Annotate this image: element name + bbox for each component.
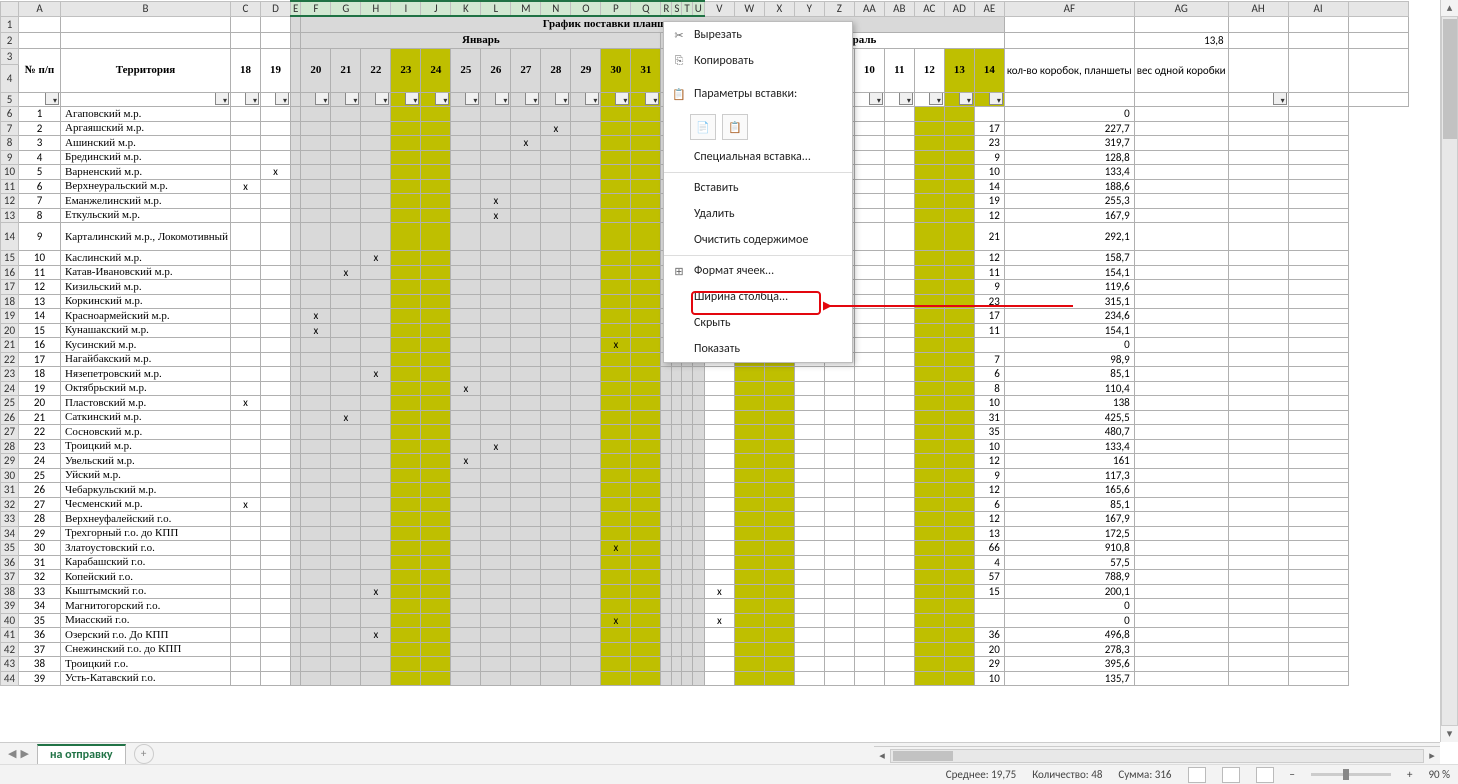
ctx-paste-opts: 📋Параметры вставки:: [664, 74, 852, 114]
ctx-delete[interactable]: Удалить: [664, 201, 852, 227]
table-row[interactable]: 3126Чебаркульский м.р.12165,6: [1, 483, 1409, 498]
zoom-in-button[interactable]: +: [1407, 768, 1412, 781]
zoom-out-button[interactable]: −: [1290, 768, 1295, 781]
status-count: Количество: 48: [1032, 768, 1102, 781]
table-row[interactable]: 2722Сосновский м.р.35480,7: [1, 425, 1409, 440]
title-cell: График поставки планшетов, переписных л: [301, 16, 1004, 32]
status-average: Среднее: 19,75: [946, 768, 1016, 781]
ctx-paste-special[interactable]: Специальная вставка...: [664, 144, 852, 170]
view-normal-icon[interactable]: [1188, 767, 1206, 783]
copy-icon: ⎘: [668, 54, 690, 68]
cut-icon: ✂: [668, 29, 690, 42]
paste-option-1[interactable]: 📄: [690, 114, 716, 140]
format-icon: ⊞: [668, 265, 690, 278]
zoom-level[interactable]: 90 %: [1428, 768, 1450, 781]
table-row[interactable]: 3227Чесменский м.р.x685,1: [1, 497, 1409, 512]
ctx-show[interactable]: Показать: [664, 336, 852, 362]
ctx-cut[interactable]: ✂Вырезать: [664, 22, 852, 48]
view-layout-icon[interactable]: [1222, 767, 1240, 783]
table-row[interactable]: 3025Уйский м.р.9117,3: [1, 468, 1409, 483]
vertical-scrollbar[interactable]: ▴▾: [1440, 0, 1458, 742]
sheet-tab-active[interactable]: на отправку: [37, 744, 126, 764]
table-row[interactable]: 3631Карабашский г.о.457,5: [1, 555, 1409, 570]
table-row[interactable]: 3429Трехгорный г.о. до КПП13172,5: [1, 526, 1409, 541]
ctx-insert[interactable]: Вставить: [664, 175, 852, 201]
table-row[interactable]: 2419Октябрьский м.р.x8110,4: [1, 381, 1409, 396]
status-sum: Сумма: 316: [1118, 768, 1171, 781]
horizontal-scrollbar[interactable]: ◂▸: [874, 746, 1440, 764]
paste-icon: 📋: [668, 88, 690, 101]
table-row[interactable]: 2823Троицкий м.р.x10133,4: [1, 439, 1409, 454]
table-row[interactable]: 4035Миасский г.о.xx0: [1, 613, 1409, 628]
table-row[interactable]: 2621Саткинский м.р.x31425,5: [1, 410, 1409, 425]
ctx-column-width[interactable]: Ширина столбца...: [664, 284, 852, 310]
filter-btn[interactable]: [19, 92, 61, 107]
nav-next-icon[interactable]: ▶: [20, 747, 28, 760]
paste-option-2[interactable]: 📋: [722, 114, 748, 140]
ctx-format-cells[interactable]: ⊞Формат ячеек...: [664, 258, 852, 284]
table-row[interactable]: 3833Кыштымский г.о.xx15200,1: [1, 584, 1409, 599]
table-row[interactable]: 2924Увельский м.р.x12161: [1, 454, 1409, 469]
view-break-icon[interactable]: [1256, 767, 1274, 783]
column-headers[interactable]: ABCDEFGHIJKLMNOPQRSTUVWXYZAAABACADAEAFAG…: [1, 1, 1409, 16]
zoom-slider[interactable]: [1311, 773, 1391, 776]
table-row[interactable]: 3328Верхнеуфалейский г.о.12167,9: [1, 512, 1409, 527]
add-sheet-button[interactable]: +: [134, 744, 154, 764]
context-menu[interactable]: ✂Вырезать ⎘Копировать 📋Параметры вставки…: [663, 21, 853, 363]
table-row[interactable]: 3530Златоустовский г.о.x66910,8: [1, 541, 1409, 556]
table-row[interactable]: 2318Нязепетровский м.р.x685,1: [1, 367, 1409, 382]
ctx-copy[interactable]: ⎘Копировать: [664, 48, 852, 74]
ctx-hide[interactable]: Скрыть: [664, 310, 852, 336]
select-all-corner[interactable]: [1, 1, 19, 16]
table-row[interactable]: 3934Магнитогорский г.о.0: [1, 599, 1409, 614]
status-bar: Среднее: 19,75 Количество: 48 Сумма: 316…: [0, 764, 1458, 784]
table-row[interactable]: 3732Копейский г.о.57788,9: [1, 570, 1409, 585]
table-row[interactable]: 2520Пластовский м.р.x10138: [1, 396, 1409, 411]
table-row[interactable]: 4338Троицкий г.о.29395,6: [1, 657, 1409, 672]
table-row[interactable]: 4237Снежинский г.о. до КПП20278,3: [1, 642, 1409, 657]
table-row[interactable]: 4439Усть-Катавский г.о.10135,7: [1, 671, 1409, 686]
ctx-clear[interactable]: Очистить содержимое: [664, 227, 852, 253]
nav-prev-icon[interactable]: ◀: [8, 747, 16, 760]
table-row[interactable]: 4136Озерский г.о. До КППx36496,8: [1, 628, 1409, 643]
